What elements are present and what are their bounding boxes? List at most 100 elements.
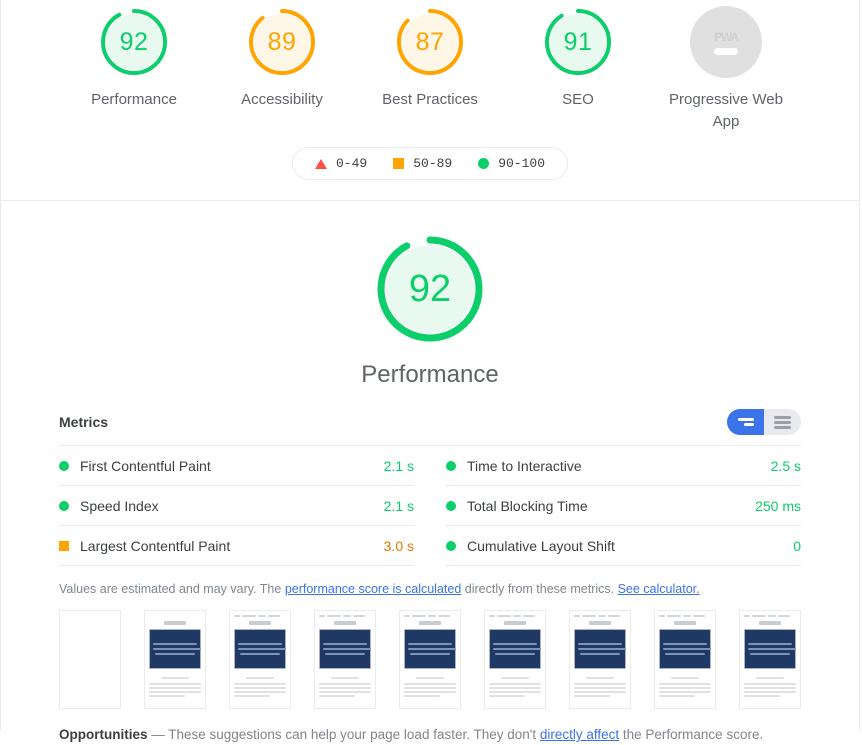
gauge-value-seo: 91 — [563, 27, 593, 56]
frame-topbar — [744, 614, 796, 618]
gauge-value-accessibility: 89 — [267, 27, 297, 56]
legend-range-pass: 90-100 — [498, 156, 546, 171]
metrics-section: Metrics First Contentful Paint 2.1 s Spe… — [59, 409, 801, 566]
score-legend-row: 0-49 50-89 90-100 — [1, 147, 859, 180]
metric-status-icon — [446, 460, 456, 471]
frame-hero — [659, 629, 711, 669]
legend-item-average: 50-89 — [393, 156, 452, 171]
gauge-progressive-web-app[interactable]: PWA Progressive Web App — [663, 6, 789, 133]
frame-topbar — [319, 614, 371, 618]
list-toggle[interactable] — [764, 409, 801, 435]
metric-row[interactable]: First Contentful Paint 2.1 s — [59, 446, 414, 486]
frame-topbar — [404, 614, 456, 618]
gauge-performance[interactable]: 92 Performance — [71, 6, 197, 111]
legend-item-pass: 90-100 — [478, 156, 545, 171]
disclaimer-text-mid: directly from these metrics. — [461, 582, 618, 596]
metric-value: 2.5 s — [770, 457, 801, 474]
frame-body — [489, 674, 541, 697]
filmstrip-frame — [484, 610, 546, 709]
gauge-list: 92 Performance 89 Accessibility 87 Best … — [1, 6, 859, 133]
metrics-grid: First Contentful Paint 2.1 s Speed Index… — [59, 445, 801, 566]
gauge-label-progressive-web-app: Progressive Web App — [669, 91, 783, 130]
gauge-label-performance: Performance — [91, 91, 177, 108]
metric-name: Time to Interactive — [467, 457, 582, 474]
gauge-ring-accessibility: 89 — [246, 6, 318, 78]
metrics-header: Metrics — [59, 409, 801, 445]
filmstrip-frame — [654, 610, 716, 709]
pwa-badge-icon: PWA — [690, 6, 762, 78]
metric-value: 2.1 s — [383, 497, 414, 514]
frame-body — [234, 674, 286, 697]
frame-body — [404, 674, 456, 697]
gauge-value-best-practices: 87 — [415, 27, 445, 56]
gauge-ring-performance: 92 — [98, 6, 170, 78]
directly-affect-link[interactable]: directly affect — [540, 727, 619, 742]
frame-body — [574, 674, 626, 697]
gauge-ring-seo: 91 — [542, 6, 614, 78]
frame-hero — [319, 629, 371, 669]
performance-score-calculated-link[interactable]: performance score is calculated — [285, 582, 461, 596]
metric-value: 3.0 s — [383, 537, 414, 554]
frame-hero — [234, 629, 286, 669]
opportunities-text-pre: These suggestions can help your page loa… — [168, 727, 540, 742]
frame-body — [149, 674, 201, 697]
opportunities-text-post: the Performance score. — [619, 727, 764, 742]
opportunities-section: Opportunities — These suggestions can he… — [59, 725, 801, 745]
gauge-best-practices[interactable]: 87 Best Practices — [367, 6, 493, 111]
pwa-value-label: PWA — [714, 29, 739, 44]
performance-category-header: 92 Performance — [1, 201, 859, 389]
metric-name: Total Blocking Time — [467, 497, 588, 514]
frame-hero — [574, 629, 626, 669]
filmstrip-frame — [399, 610, 461, 709]
disclaimer-text-pre: Values are estimated and may vary. The — [59, 582, 285, 596]
metrics-disclaimer: Values are estimated and may vary. The p… — [59, 580, 801, 598]
frame-hero — [404, 629, 456, 669]
gauge-accessibility[interactable]: 89 Accessibility — [219, 6, 345, 111]
metric-row[interactable]: Total Blocking Time 250 ms — [446, 486, 801, 526]
gauge-ring-best-practices: 87 — [394, 6, 466, 78]
screenshot-filmstrip — [59, 610, 801, 709]
frame-brand — [249, 621, 271, 625]
frame-hero — [489, 629, 541, 669]
frame-topbar — [489, 614, 541, 618]
score-legend: 0-49 50-89 90-100 — [291, 147, 569, 180]
bar-chart-toggle[interactable] — [727, 409, 764, 435]
frame-topbar — [574, 614, 626, 618]
gauge-seo[interactable]: 91 SEO — [515, 6, 641, 111]
legend-range-average: 50-89 — [413, 156, 453, 171]
metric-status-icon — [59, 500, 69, 511]
list-icon-line-3 — [774, 425, 791, 429]
list-icon-line-2 — [774, 420, 791, 424]
filmstrip-frame — [314, 610, 376, 709]
metrics-heading: Metrics — [59, 414, 109, 430]
metric-value: 250 ms — [755, 497, 801, 514]
frame-body — [659, 674, 711, 697]
frame-brand — [419, 621, 441, 625]
see-calculator-link[interactable]: See calculator. — [618, 582, 700, 596]
frame-hero — [149, 629, 201, 669]
metric-row[interactable]: Time to Interactive 2.5 s — [446, 446, 801, 486]
gauge-label-best-practices: Best Practices — [382, 91, 478, 108]
frame-brand — [164, 621, 186, 625]
filmstrip-frame — [739, 610, 801, 709]
legend-range-fail: 0-49 — [335, 156, 368, 171]
frame-brand — [504, 621, 526, 625]
performance-score-value: 92 — [408, 268, 452, 310]
metric-row[interactable]: Cumulative Layout Shift 0 — [446, 526, 801, 566]
metric-row[interactable]: Speed Index 2.1 s — [59, 486, 414, 526]
metric-value: 0 — [793, 537, 801, 554]
gauge-label-accessibility: Accessibility — [241, 91, 323, 108]
metric-row[interactable]: Largest Contentful Paint 3.0 s — [59, 526, 414, 566]
metrics-view-toggle[interactable] — [727, 409, 801, 435]
frame-topbar — [149, 614, 201, 618]
legend-item-fail: 0-49 — [314, 156, 368, 171]
frame-topbar — [659, 614, 711, 618]
frame-brand — [589, 621, 611, 625]
frame-hero — [744, 629, 796, 669]
metric-name: Cumulative Layout Shift — [467, 537, 615, 554]
gauge-label-seo: SEO — [562, 91, 594, 108]
bar-chart-icon-line-2 — [743, 423, 754, 426]
performance-gauge: 92 — [374, 233, 486, 345]
gauge-value-performance: 92 — [119, 27, 149, 56]
bar-chart-icon-line-1 — [737, 418, 754, 421]
